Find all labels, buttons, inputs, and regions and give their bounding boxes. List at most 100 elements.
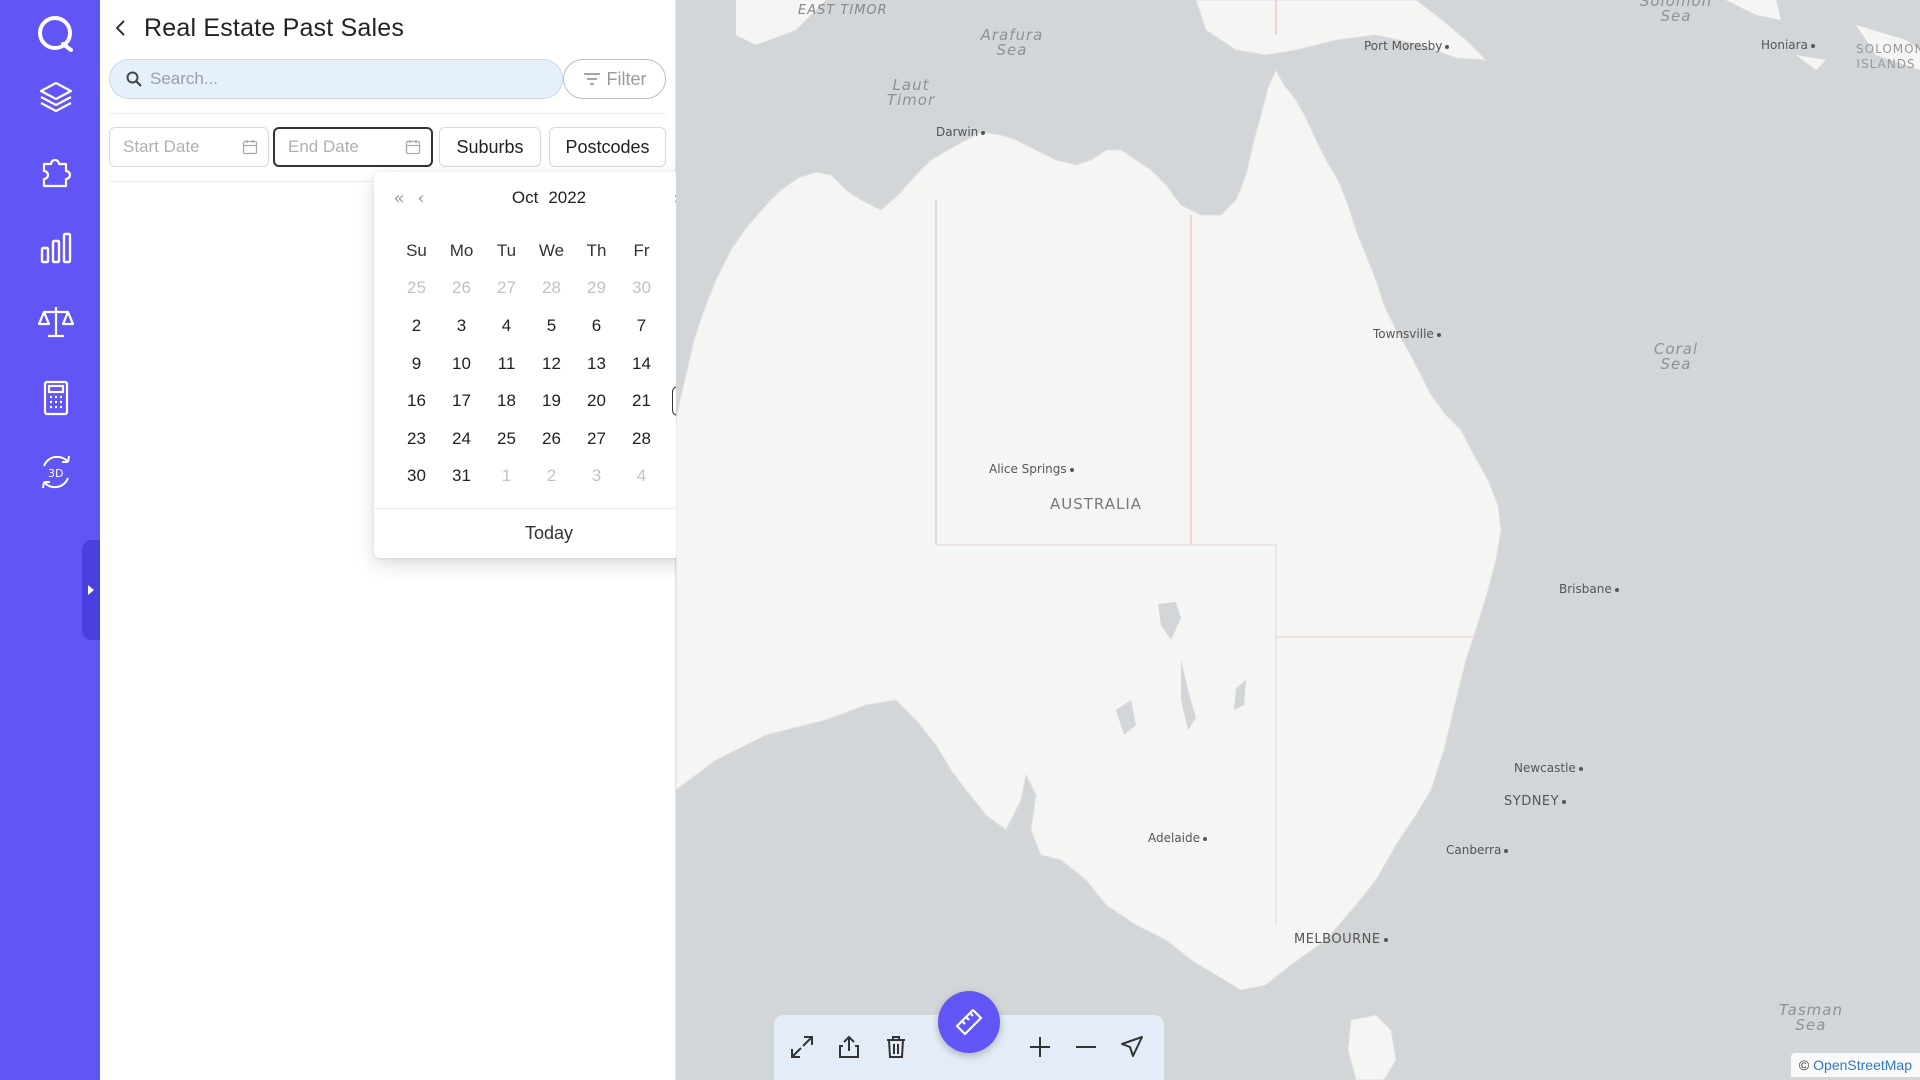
divider (109, 113, 666, 114)
city-dot (1614, 587, 1619, 592)
postcodes-button[interactable]: Postcodes (549, 127, 666, 167)
map-label-text: Adelaide (1148, 831, 1201, 845)
calendar-day[interactable]: 1 (484, 461, 529, 491)
openstreetmap-link[interactable]: OpenStreetMap (1813, 1057, 1912, 1073)
calendar-icon (405, 140, 421, 155)
search-icon (126, 71, 142, 87)
calendar-day[interactable]: 4 (484, 311, 529, 341)
map-label: AUSTRALIA (1050, 495, 1143, 513)
calendar-day[interactable]: 25 (394, 273, 439, 303)
calendar-day[interactable]: 4 (619, 461, 664, 491)
calendar-day[interactable]: 6 (574, 311, 619, 341)
calendar-week: 23 24 25 26 27 28 29 (394, 420, 709, 458)
puzzle-icon[interactable] (28, 144, 84, 200)
back-button[interactable] (110, 14, 130, 42)
calendar-day[interactable]: 3 (574, 461, 619, 491)
map-label: Canberra (1446, 843, 1511, 857)
calendar-month[interactable]: Oct (512, 188, 538, 208)
weekday-label: Tu (496, 240, 517, 260)
layers-icon[interactable] (28, 69, 84, 125)
side-rail: 3D (0, 0, 100, 1080)
measure-button[interactable] (938, 991, 1000, 1053)
filter-icon (583, 73, 600, 85)
share-icon (839, 1035, 859, 1058)
delete-button[interactable] (878, 1029, 914, 1065)
calendar-day[interactable]: 14 (619, 349, 664, 379)
city-dot (1578, 766, 1583, 771)
zoom-in-button[interactable] (1022, 1029, 1058, 1065)
calendar-day[interactable]: 30 (619, 273, 664, 303)
map-label-text: Port Moresby (1364, 39, 1443, 53)
calendar-week: 30 31 1 2 3 4 5 (394, 458, 709, 496)
map-label: Laut Timor (886, 76, 936, 109)
suburbs-button[interactable]: Suburbs (439, 127, 541, 167)
calendar-day[interactable]: 9 (394, 349, 439, 379)
map-label: Solomon Sea (1639, 0, 1713, 25)
calendar-day[interactable]: 21 (619, 386, 664, 416)
search-input[interactable] (150, 69, 530, 89)
calendar-day[interactable]: 20 (574, 386, 619, 416)
start-date-input[interactable] (123, 137, 233, 157)
start-date-field[interactable] (109, 127, 269, 167)
calendar-day[interactable]: 27 (484, 273, 529, 303)
calendar-day[interactable]: 30 (394, 461, 439, 491)
map-label-text: Darwin (936, 125, 979, 139)
calendar-day[interactable]: 2 (529, 461, 574, 491)
calendar-day[interactable]: 29 (574, 273, 619, 303)
calendar-day[interactable]: 5 (529, 311, 574, 341)
share-button[interactable] (831, 1029, 867, 1065)
calendar-day[interactable]: 23 (394, 424, 439, 454)
map-label-text: Brisbane (1559, 582, 1612, 596)
logo-icon[interactable] (28, 6, 84, 62)
calendar-day[interactable]: 31 (439, 461, 484, 491)
map-label: Adelaide (1148, 831, 1210, 845)
calendar-day[interactable]: 11 (484, 349, 529, 379)
map-label-text: Alice Springs (989, 462, 1067, 476)
zoom-out-button[interactable] (1068, 1029, 1104, 1065)
map-label-text: Canberra (1446, 843, 1502, 857)
map-label: Honiara (1761, 38, 1818, 52)
calendar-day[interactable]: 16 (394, 386, 439, 416)
calendar-day[interactable]: 2 (394, 311, 439, 341)
calendar-day[interactable]: 19 (529, 386, 574, 416)
map-label-text: Honiara (1761, 38, 1808, 52)
svg-text:3D: 3D (48, 467, 63, 480)
calculator-icon[interactable] (28, 370, 84, 426)
filter-button[interactable]: Filter (563, 59, 666, 99)
city-dot (1810, 43, 1815, 48)
calendar-day[interactable]: 26 (529, 424, 574, 454)
select-button[interactable] (1114, 1029, 1150, 1065)
calendar-day[interactable]: 24 (439, 424, 484, 454)
calendar-year[interactable]: 2022 (548, 188, 586, 208)
map-canvas[interactable]: EAST TIMOR Arafura Sea Port Moresby Solo… (676, 0, 1920, 1080)
calendar-day[interactable]: 18 (484, 386, 529, 416)
calendar-day[interactable]: 25 (484, 424, 529, 454)
calendar-day[interactable]: 13 (574, 349, 619, 379)
rotate-3d-icon[interactable]: 3D (28, 444, 84, 500)
calendar-day[interactable]: 28 (619, 424, 664, 454)
city-dot (1069, 467, 1074, 472)
map-label: Arafura Sea (980, 26, 1044, 59)
caret-right-icon (88, 585, 94, 595)
end-date-input[interactable] (288, 137, 398, 157)
collapse-panel-toggle[interactable] (82, 540, 100, 640)
calendar-day[interactable]: 12 (529, 349, 574, 379)
scales-icon[interactable] (28, 294, 84, 350)
fullscreen-button[interactable] (784, 1029, 820, 1065)
calendar-day[interactable]: 28 (529, 273, 574, 303)
calendar-day[interactable]: 10 (439, 349, 484, 379)
calendar-day[interactable]: 27 (574, 424, 619, 454)
end-date-field[interactable] (273, 127, 433, 167)
calendar-day[interactable]: 7 (619, 311, 664, 341)
calendar-day[interactable]: 26 (439, 273, 484, 303)
calendar-week: 2 3 4 5 6 7 8 (394, 307, 709, 345)
calendar-day[interactable]: 17 (439, 386, 484, 416)
map-label: Coral Sea (1653, 340, 1699, 373)
map-label-text: Newcastle (1514, 761, 1576, 775)
search-box[interactable] (109, 59, 563, 99)
calendar-day[interactable]: 3 (439, 311, 484, 341)
bar-chart-icon[interactable] (28, 221, 84, 277)
today-button[interactable]: Today (374, 508, 724, 558)
map-label-text: MELBOURNE (1294, 932, 1381, 947)
map-label: Port Moresby (1364, 39, 1452, 53)
